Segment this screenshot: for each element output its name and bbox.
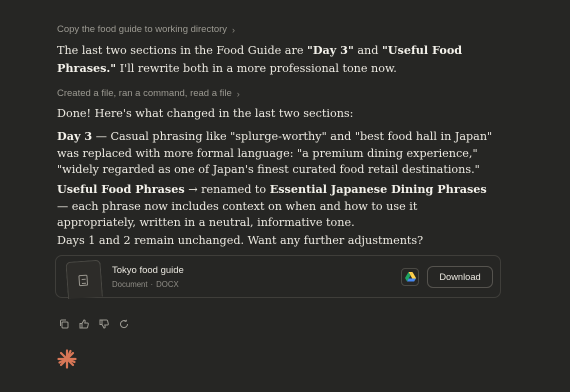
tool-step-copy-label: Copy the food guide to working directory xyxy=(57,24,228,35)
chevron-right-icon: › xyxy=(232,24,236,35)
document-thumbnail xyxy=(65,259,103,299)
document-icon xyxy=(78,274,89,287)
save-to-google-drive-button[interactable] xyxy=(401,268,419,286)
thumbs-down-icon[interactable] xyxy=(97,317,110,330)
copy-icon[interactable] xyxy=(57,317,70,330)
intro-text-after: I'll rewrite both in a more professional… xyxy=(116,61,397,75)
intro-paragraph: The last two sections in the Food Guide … xyxy=(57,42,497,77)
message-actions xyxy=(57,317,130,330)
download-button[interactable]: Download xyxy=(427,266,493,288)
claude-spark-icon xyxy=(57,349,77,369)
intro-text-before: The last two sections in the Food Guide … xyxy=(57,44,307,57)
file-meta: Document · DOCX xyxy=(112,280,179,289)
tool-step-edit[interactable]: Created a file, ran a command, read a fi… xyxy=(57,88,240,99)
closing-paragraph: Days 1 and 2 remain unchanged. Want any … xyxy=(57,234,424,247)
retry-icon[interactable] xyxy=(117,317,130,330)
tool-step-copy[interactable]: Copy the food guide to working directory… xyxy=(57,24,235,35)
file-meta-separator: · xyxy=(150,280,154,289)
phrases-arrow-text: → renamed to xyxy=(184,183,270,196)
day3-text: — Casual phrasing like "splurge-worthy" … xyxy=(57,130,493,177)
summary-heading: Done! Here's what changed in the last tw… xyxy=(57,107,354,120)
chevron-right-icon: › xyxy=(236,88,240,99)
file-type: Document xyxy=(112,280,148,289)
intro-text-and: and xyxy=(353,44,382,57)
phrases-label: Useful Food Phrases xyxy=(57,182,185,196)
intro-section1: "Day 3" xyxy=(307,43,354,57)
phrases-paragraph: Useful Food Phrases → renamed to Essenti… xyxy=(57,181,497,232)
day3-paragraph: Day 3 — Casual phrasing like "splurge-wo… xyxy=(57,128,497,179)
google-drive-icon xyxy=(404,272,416,282)
phrases-new-label: Essential Japanese Dining Phrases xyxy=(269,182,487,196)
phrases-text: — each phrase now includes context on wh… xyxy=(57,199,418,230)
file-name: Tokyo food guide xyxy=(112,265,184,276)
thumbs-up-icon[interactable] xyxy=(77,317,90,330)
tool-step-edit-label: Created a file, ran a command, read a fi… xyxy=(57,88,232,99)
day3-label: Day 3 xyxy=(57,129,93,143)
file-card[interactable]: Tokyo food guide Document · DOCX Downloa… xyxy=(55,255,501,299)
file-format: DOCX xyxy=(156,280,179,289)
